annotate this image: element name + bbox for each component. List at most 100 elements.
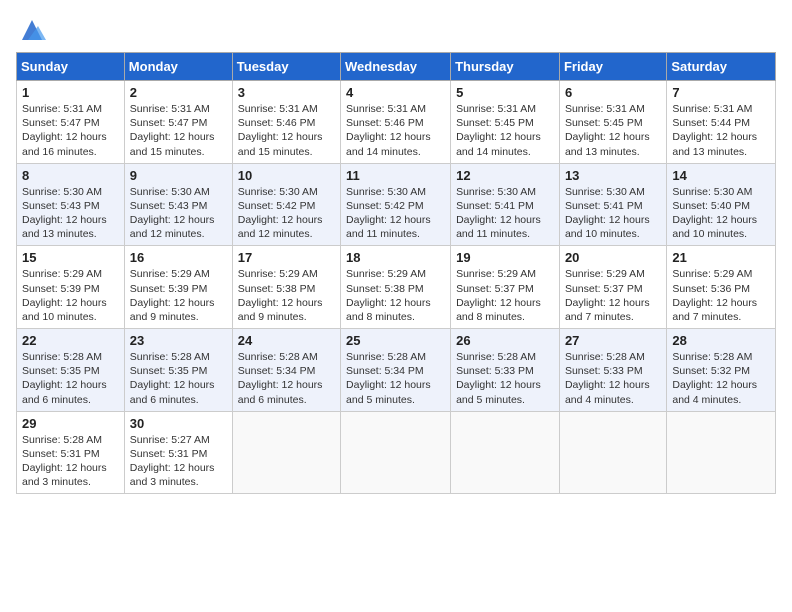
day-info: Sunrise: 5:28 AM Sunset: 5:31 PM Dayligh…	[22, 433, 119, 490]
day-number: 12	[456, 168, 554, 183]
day-cell-28: 28Sunrise: 5:28 AM Sunset: 5:32 PM Dayli…	[667, 329, 776, 412]
day-cell-9: 9 Sunrise: 5:30 AM Sunset: 5:43 PM Daylig…	[124, 163, 232, 246]
day-number: 26	[456, 333, 554, 348]
day-info: Sunrise: 5:29 AM Sunset: 5:36 PM Dayligh…	[672, 267, 770, 324]
weekday-header-row: SundayMondayTuesdayWednesdayThursdayFrid…	[17, 53, 776, 81]
day-info: Sunrise: 5:29 AM Sunset: 5:39 PM Dayligh…	[22, 267, 119, 324]
day-number: 25	[346, 333, 445, 348]
empty-cell	[667, 411, 776, 494]
day-info: Sunrise: 5:30 AM Sunset: 5:41 PM Dayligh…	[456, 185, 554, 242]
day-cell-29: 29 Sunrise: 5:28 AM Sunset: 5:31 PM Dayli…	[17, 411, 125, 494]
weekday-header-friday: Friday	[559, 53, 666, 81]
day-number: 14	[672, 168, 770, 183]
day-cell-11: 11 Sunrise: 5:30 AM Sunset: 5:42 PM Dayli…	[341, 163, 451, 246]
day-info: Sunrise: 5:28 AM Sunset: 5:35 PM Dayligh…	[22, 350, 119, 407]
day-cell-18: 18 Sunrise: 5:29 AM Sunset: 5:38 PM Dayli…	[341, 246, 451, 329]
day-info: Sunrise: 5:29 AM Sunset: 5:38 PM Dayligh…	[346, 267, 445, 324]
empty-cell	[341, 411, 451, 494]
day-cell-30: 30 Sunrise: 5:27 AM Sunset: 5:31 PM Dayli…	[124, 411, 232, 494]
day-number: 29	[22, 416, 119, 431]
day-info: Sunrise: 5:28 AM Sunset: 5:35 PM Dayligh…	[130, 350, 227, 407]
day-cell-16: 16 Sunrise: 5:29 AM Sunset: 5:39 PM Dayli…	[124, 246, 232, 329]
day-number: 9	[130, 168, 227, 183]
day-number: 6	[565, 85, 661, 100]
day-info: Sunrise: 5:29 AM Sunset: 5:37 PM Dayligh…	[456, 267, 554, 324]
day-number: 24	[238, 333, 335, 348]
week-row-3: 15 Sunrise: 5:29 AM Sunset: 5:39 PM Dayli…	[17, 246, 776, 329]
day-number: 4	[346, 85, 445, 100]
day-cell-22: 22 Sunrise: 5:28 AM Sunset: 5:35 PM Dayli…	[17, 329, 125, 412]
day-number: 16	[130, 250, 227, 265]
day-cell-27: 27 Sunrise: 5:28 AM Sunset: 5:33 PM Dayli…	[559, 329, 666, 412]
day-number: 18	[346, 250, 445, 265]
day-cell-12: 12 Sunrise: 5:30 AM Sunset: 5:41 PM Dayli…	[451, 163, 560, 246]
day-number: 13	[565, 168, 661, 183]
day-info: Sunrise: 5:31 AM Sunset: 5:45 PM Dayligh…	[456, 102, 554, 159]
header	[16, 16, 776, 44]
day-cell-13: 13 Sunrise: 5:30 AM Sunset: 5:41 PM Dayli…	[559, 163, 666, 246]
weekday-header-monday: Monday	[124, 53, 232, 81]
day-info: Sunrise: 5:30 AM Sunset: 5:43 PM Dayligh…	[22, 185, 119, 242]
day-number: 30	[130, 416, 227, 431]
weekday-header-tuesday: Tuesday	[232, 53, 340, 81]
day-info: Sunrise: 5:30 AM Sunset: 5:42 PM Dayligh…	[238, 185, 335, 242]
empty-cell	[232, 411, 340, 494]
day-cell-14: 14 Sunrise: 5:30 AM Sunset: 5:40 PM Dayli…	[667, 163, 776, 246]
day-number: 7	[672, 85, 770, 100]
day-info: Sunrise: 5:29 AM Sunset: 5:39 PM Dayligh…	[130, 267, 227, 324]
day-number: 20	[565, 250, 661, 265]
day-info: Sunrise: 5:28 AM Sunset: 5:32 PM Dayligh…	[672, 350, 770, 407]
logo	[16, 20, 46, 44]
day-cell-4: 4 Sunrise: 5:31 AM Sunset: 5:46 PM Daylig…	[341, 81, 451, 164]
day-number: 27	[565, 333, 661, 348]
day-cell-20: 20 Sunrise: 5:29 AM Sunset: 5:37 PM Dayli…	[559, 246, 666, 329]
day-number: 15	[22, 250, 119, 265]
day-info: Sunrise: 5:31 AM Sunset: 5:44 PM Dayligh…	[672, 102, 770, 159]
day-number: 21	[672, 250, 770, 265]
day-info: Sunrise: 5:31 AM Sunset: 5:46 PM Dayligh…	[346, 102, 445, 159]
day-cell-2: 2 Sunrise: 5:31 AM Sunset: 5:47 PM Daylig…	[124, 81, 232, 164]
day-cell-1: 1Sunrise: 5:31 AM Sunset: 5:47 PM Daylig…	[17, 81, 125, 164]
week-row-2: 8 Sunrise: 5:30 AM Sunset: 5:43 PM Daylig…	[17, 163, 776, 246]
weekday-header-thursday: Thursday	[451, 53, 560, 81]
day-number: 22	[22, 333, 119, 348]
day-cell-26: 26 Sunrise: 5:28 AM Sunset: 5:33 PM Dayli…	[451, 329, 560, 412]
day-cell-3: 3 Sunrise: 5:31 AM Sunset: 5:46 PM Daylig…	[232, 81, 340, 164]
day-number: 11	[346, 168, 445, 183]
day-number: 8	[22, 168, 119, 183]
weekday-header-sunday: Sunday	[17, 53, 125, 81]
logo-icon	[18, 16, 46, 44]
day-cell-7: 7 Sunrise: 5:31 AM Sunset: 5:44 PM Daylig…	[667, 81, 776, 164]
day-cell-6: 6Sunrise: 5:31 AM Sunset: 5:45 PM Daylig…	[559, 81, 666, 164]
day-number: 1	[22, 85, 119, 100]
weekday-header-wednesday: Wednesday	[341, 53, 451, 81]
day-info: Sunrise: 5:30 AM Sunset: 5:41 PM Dayligh…	[565, 185, 661, 242]
day-cell-21: 21 Sunrise: 5:29 AM Sunset: 5:36 PM Dayli…	[667, 246, 776, 329]
day-cell-10: 10 Sunrise: 5:30 AM Sunset: 5:42 PM Dayli…	[232, 163, 340, 246]
day-cell-15: 15 Sunrise: 5:29 AM Sunset: 5:39 PM Dayli…	[17, 246, 125, 329]
day-info: Sunrise: 5:27 AM Sunset: 5:31 PM Dayligh…	[130, 433, 227, 490]
day-info: Sunrise: 5:29 AM Sunset: 5:37 PM Dayligh…	[565, 267, 661, 324]
weekday-header-saturday: Saturday	[667, 53, 776, 81]
day-info: Sunrise: 5:28 AM Sunset: 5:33 PM Dayligh…	[456, 350, 554, 407]
day-number: 2	[130, 85, 227, 100]
day-info: Sunrise: 5:31 AM Sunset: 5:46 PM Dayligh…	[238, 102, 335, 159]
day-info: Sunrise: 5:30 AM Sunset: 5:42 PM Dayligh…	[346, 185, 445, 242]
day-info: Sunrise: 5:28 AM Sunset: 5:33 PM Dayligh…	[565, 350, 661, 407]
week-row-5: 29 Sunrise: 5:28 AM Sunset: 5:31 PM Dayli…	[17, 411, 776, 494]
empty-cell	[451, 411, 560, 494]
week-row-4: 22 Sunrise: 5:28 AM Sunset: 5:35 PM Dayli…	[17, 329, 776, 412]
day-cell-17: 17Sunrise: 5:29 AM Sunset: 5:38 PM Dayli…	[232, 246, 340, 329]
day-info: Sunrise: 5:28 AM Sunset: 5:34 PM Dayligh…	[346, 350, 445, 407]
day-number: 23	[130, 333, 227, 348]
day-cell-8: 8 Sunrise: 5:30 AM Sunset: 5:43 PM Daylig…	[17, 163, 125, 246]
day-cell-19: 19Sunrise: 5:29 AM Sunset: 5:37 PM Dayli…	[451, 246, 560, 329]
day-info: Sunrise: 5:31 AM Sunset: 5:47 PM Dayligh…	[130, 102, 227, 159]
day-number: 17	[238, 250, 335, 265]
day-info: Sunrise: 5:30 AM Sunset: 5:43 PM Dayligh…	[130, 185, 227, 242]
day-info: Sunrise: 5:30 AM Sunset: 5:40 PM Dayligh…	[672, 185, 770, 242]
day-cell-5: 5Sunrise: 5:31 AM Sunset: 5:45 PM Daylig…	[451, 81, 560, 164]
day-cell-25: 25 Sunrise: 5:28 AM Sunset: 5:34 PM Dayli…	[341, 329, 451, 412]
day-number: 3	[238, 85, 335, 100]
day-number: 10	[238, 168, 335, 183]
